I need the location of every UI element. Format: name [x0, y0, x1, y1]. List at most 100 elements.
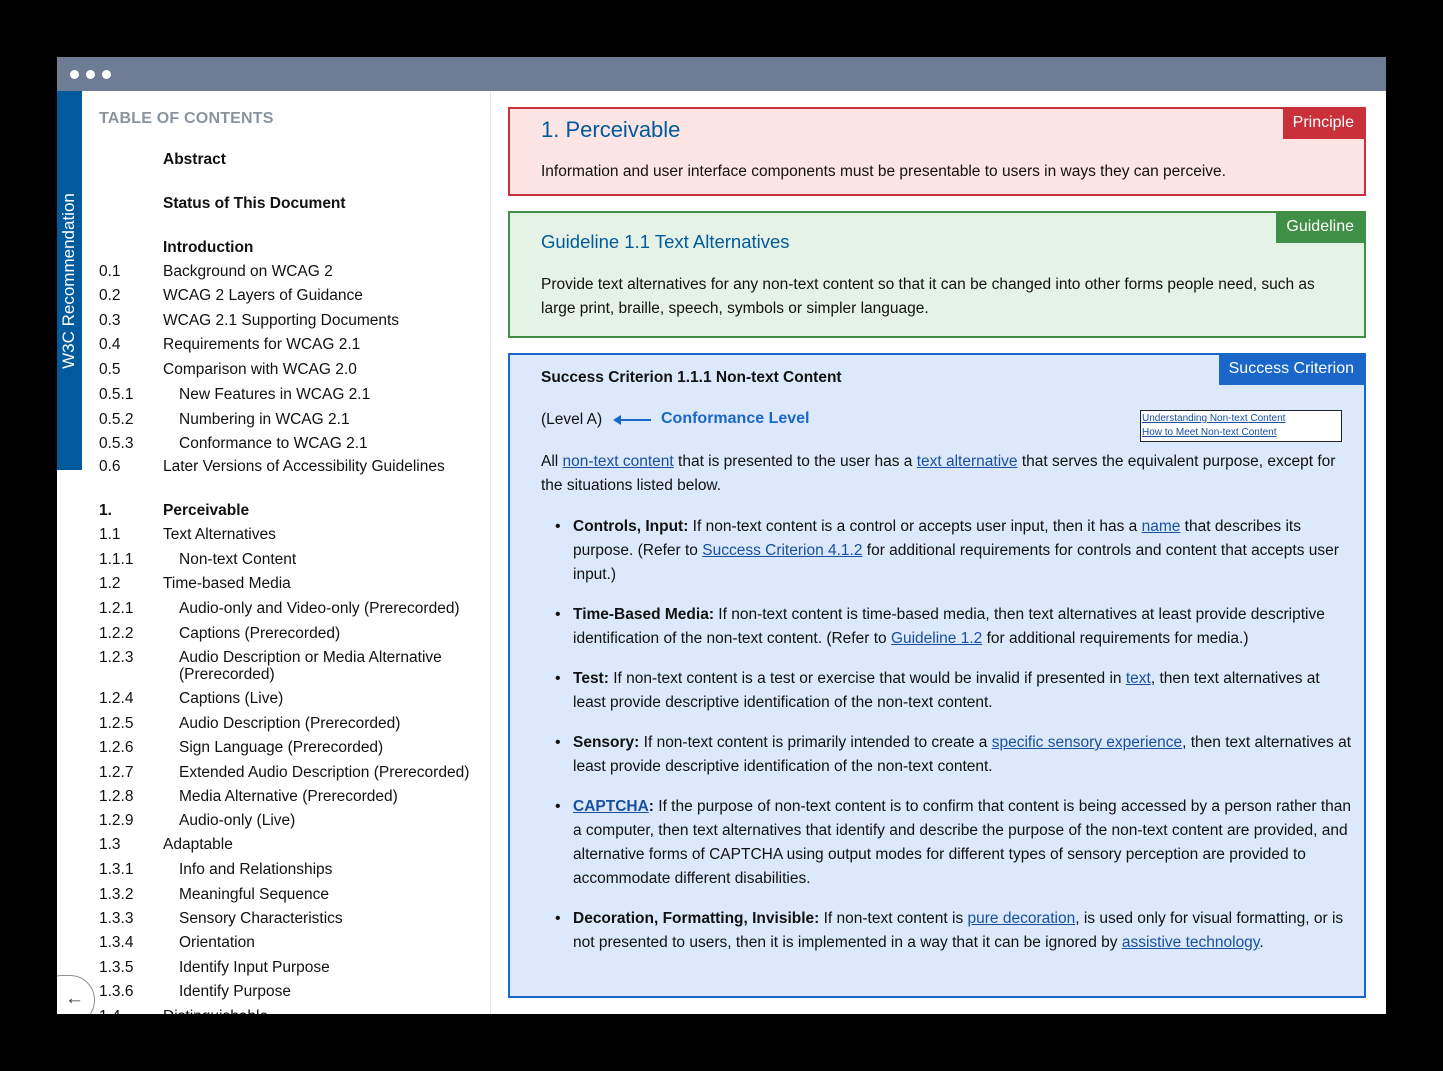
list-item: Test: If non-text content is a test or e…	[541, 667, 1351, 715]
bullet-text: If non-text content is a test or exercis…	[608, 670, 1126, 687]
toc-item-number: 1.2.7	[99, 764, 134, 781]
toc-item-number: 1.1.1	[99, 551, 134, 568]
bullet-text: If non-text content is	[819, 910, 968, 927]
guideline-card: Guideline Guideline 1.1 Text Alternative…	[508, 211, 1366, 338]
guideline-1-2-link[interactable]: Guideline 1.2	[891, 630, 982, 647]
principle-text: Information and user interface component…	[541, 163, 1226, 180]
toc-item-label: Non-text Content	[179, 551, 297, 568]
assistive-technology-link[interactable]: assistive technology	[1122, 934, 1260, 951]
toc-item-label: WCAG 2.1 Supporting Documents	[163, 312, 400, 329]
toc-item-number: 0.5	[99, 361, 121, 378]
bullet-text: for additional requirements for media.)	[982, 630, 1249, 647]
toc-item-label: Numbering in WCAG 2.1	[179, 411, 350, 428]
window-titlebar	[57, 57, 1386, 91]
window-dot-icon[interactable]	[86, 70, 95, 79]
toc-item-number: 1.2.8	[99, 788, 134, 805]
toc-item-label: Conformance to WCAG 2.1	[179, 435, 368, 452]
toc-item-number: 0.5.2	[99, 411, 134, 428]
bullet-text: If non-text content is primarily intende…	[639, 734, 992, 751]
toc-item-label: Comparison with WCAG 2.0	[163, 361, 357, 378]
toc-item-number: 0.3	[99, 312, 121, 329]
toc-item-number: 0.1	[99, 263, 121, 280]
list-item: Controls, Input: If non-text content is …	[541, 515, 1351, 587]
pure-decoration-link[interactable]: pure decoration	[968, 910, 1076, 927]
captcha-link[interactable]: CAPTCHA	[573, 798, 649, 815]
toc-item-label: Background on WCAG 2	[163, 263, 333, 280]
toc-item-number: 1.3.1	[99, 861, 134, 878]
toc-item-number: 0.4	[99, 336, 121, 353]
exceptions-list: Controls, Input: If non-text content is …	[541, 515, 1351, 971]
toc-item-number: 1.3.6	[99, 983, 134, 1000]
bullet-text: If the purpose of non-text content is to…	[573, 798, 1351, 887]
toc-item-label: Captions (Prerecorded)	[179, 625, 341, 642]
principle-tag: Principle	[1282, 109, 1364, 139]
toc-sidebar: W3C Recommendation TABLE OF CONTENTS Abs…	[57, 91, 491, 1014]
toc-item-label: Captions (Live)	[179, 690, 284, 707]
toc-item-number: 1.2.3	[99, 649, 134, 666]
toc-item-number: 1.2.1	[99, 600, 134, 617]
toc-item-label: Requirements for WCAG 2.1	[163, 336, 361, 353]
toc-item-label: Identify Input Purpose	[179, 959, 330, 976]
toc-item-number: 1.2.9	[99, 812, 134, 829]
w3c-tab-label: W3C Recommendation	[59, 193, 78, 369]
toc-item-number: 1.1	[99, 526, 121, 543]
list-item: CAPTCHA: If the purpose of non-text cont…	[541, 795, 1351, 891]
specific-sensory-experience-link[interactable]: specific sensory experience	[992, 734, 1182, 751]
understanding-links-box: Understanding Non-text Content How to Me…	[1140, 410, 1342, 442]
toc-item-label: Orientation	[179, 934, 255, 951]
toc-item-label: Adaptable	[163, 836, 233, 853]
success-criterion-card: Success Criterion Success Criterion 1.1.…	[508, 353, 1366, 998]
toc-item-label: WCAG 2 Layers of Guidance	[163, 287, 363, 304]
criterion-title: Success Criterion 1.1.1 Non-text Content	[541, 369, 842, 386]
toc-item-number: 1.2.4	[99, 690, 134, 707]
w3c-recommendation-tab[interactable]: W3C Recommendation	[57, 91, 82, 470]
toc-item-number: 0.2	[99, 287, 121, 304]
window-dot-icon[interactable]	[70, 70, 79, 79]
list-item: Decoration, Formatting, Invisible: If no…	[541, 907, 1351, 955]
text-link[interactable]: text	[1126, 670, 1151, 687]
toc-item-number: 0.5.3	[99, 435, 134, 452]
toc-item-label: Later Versions of Accessibility Guidelin…	[163, 458, 445, 475]
toc-item-label: Time-based Media	[163, 575, 291, 592]
how-to-meet-link[interactable]: How to Meet Non-text Content	[1142, 427, 1277, 438]
toc-item-label: Identify Purpose	[179, 983, 292, 1000]
list-item: Sensory: If non-text content is primaril…	[541, 731, 1351, 779]
success-criterion-4-1-2-link[interactable]: Success Criterion 4.1.2	[702, 542, 862, 559]
understanding-link[interactable]: Understanding Non-text Content	[1142, 413, 1285, 424]
toc-item-label: Audio-only (Live)	[179, 812, 296, 829]
browser-window: W3C Recommendation TABLE OF CONTENTS Abs…	[57, 57, 1386, 1014]
intro-text: All	[541, 453, 563, 470]
guideline-text: Provide text alternatives for any non-te…	[541, 276, 1315, 317]
bullet-term: Decoration, Formatting, Invisible:	[573, 910, 820, 927]
toc-item-label: Perceivable	[163, 502, 250, 519]
back-button[interactable]: ←	[57, 975, 95, 1014]
principle-title: 1. Perceivable	[541, 117, 681, 142]
bullet-text: .	[1259, 934, 1264, 951]
text-alternative-link[interactable]: text alternative	[917, 453, 1018, 470]
list-item: Time-Based Media: If non-text content is…	[541, 603, 1351, 651]
non-text-content-link[interactable]: non-text content	[563, 453, 674, 470]
bullet-term: Sensory:	[573, 734, 640, 751]
intro-text: that is presented to the user has a	[673, 453, 917, 470]
bullet-term: Time-Based Media:	[573, 606, 714, 623]
toc-item-label: Distinguishable	[163, 1008, 473, 1014]
principle-card: Principle 1. Perceivable Information and…	[508, 107, 1366, 196]
toc-item-number: 1.4	[99, 1008, 121, 1014]
toc-item-label: Sign Language (Prerecorded)	[179, 739, 384, 756]
bullet-term: Controls, Input:	[573, 518, 689, 535]
conformance-level-label: Conformance Level	[661, 410, 810, 427]
toc-item-label: Sensory Characteristics	[179, 910, 343, 927]
toc-item-number: 1.3.2	[99, 886, 134, 903]
toc-item-number: 1.3.3	[99, 910, 134, 927]
main-content: Principle 1. Perceivable Information and…	[491, 91, 1386, 1014]
toc-item-label: Introduction	[163, 239, 254, 256]
guideline-tag: Guideline	[1276, 213, 1364, 243]
toc-item-label: Status of This Document	[163, 195, 346, 212]
level-text: (Level A)	[541, 411, 603, 428]
toc-item-label: Audio Description (Prerecorded)	[179, 715, 401, 732]
toc-item-number: 1.3.4	[99, 934, 134, 951]
toc-item-label: Audio Description or Media Alternative (…	[179, 649, 442, 683]
window-dot-icon[interactable]	[102, 70, 111, 79]
criterion-intro: All non-text content that is presented t…	[541, 450, 1351, 498]
name-link[interactable]: name	[1142, 518, 1181, 535]
